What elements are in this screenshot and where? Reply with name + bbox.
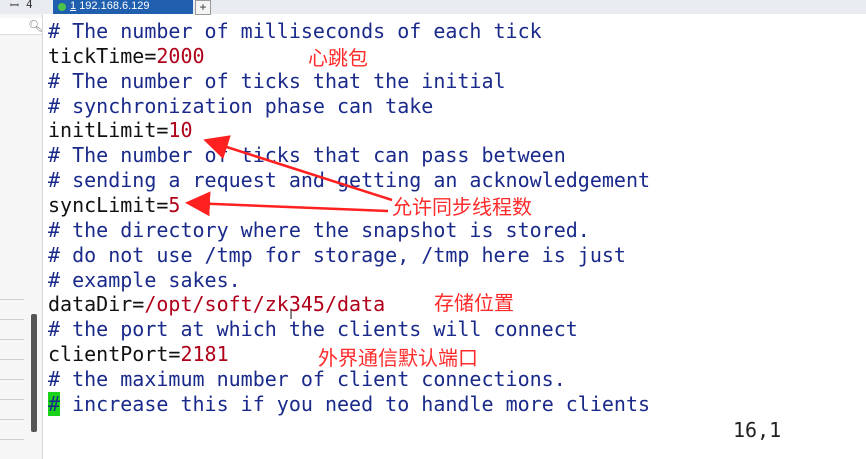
- connected-status-icon: [58, 3, 66, 11]
- sidebar-search-input[interactable]: 🔍︎: [0, 18, 43, 35]
- sidebar-divider: [0, 399, 24, 400]
- config-line: # do not use /tmp for storage, /tmp here…: [48, 243, 626, 267]
- config-line: tickTime=2000: [48, 44, 205, 68]
- cursor-position-status: 16,1: [733, 418, 782, 442]
- config-line: # synchronization phase can take: [48, 94, 434, 118]
- text-cursor: #: [48, 392, 61, 416]
- config-line: # the port at which the clients will con…: [48, 317, 578, 341]
- pin-label: 4: [26, 0, 33, 11]
- sidebar-divider: [0, 419, 24, 420]
- sidebar: 🔍︎: [0, 14, 43, 459]
- sidebar-scrollbar[interactable]: [31, 314, 37, 432]
- mouse-ibeam-icon: I: [289, 307, 294, 323]
- sidebar-divider: [0, 299, 24, 300]
- sidebar-divider: [0, 439, 24, 440]
- config-line: # increase this if you need to handle mo…: [48, 392, 651, 416]
- annotation-storage: 存储位置: [434, 291, 514, 315]
- annotation-heartbeat: 心跳包: [308, 46, 368, 70]
- config-line: # the maximum number of client connectio…: [48, 367, 566, 391]
- config-line: dataDir=/opt/soft/zk345/data: [48, 292, 386, 316]
- config-line: # the directory where the snapshot is st…: [48, 218, 590, 242]
- config-line: # The number of ticks that can pass betw…: [48, 143, 566, 167]
- config-line: # example sakes.: [48, 268, 241, 292]
- top-bar: ꟷ 4 1 192.168.6.129 +: [0, 0, 866, 15]
- add-tab-button[interactable]: +: [195, 0, 211, 15]
- pin-icon[interactable]: ꟷ: [10, 0, 19, 13]
- annotation-sync-threads: 允许同步线程数: [392, 195, 532, 219]
- config-line: initLimit=10: [48, 118, 193, 142]
- tab-session[interactable]: 1 192.168.6.129: [53, 0, 193, 14]
- config-line: syncLimit=5: [48, 193, 181, 217]
- config-line: # sending a request and getting an ackno…: [48, 168, 651, 192]
- sidebar-divider: [0, 339, 24, 340]
- terminal-editor[interactable]: # The number of milliseconds of each tic…: [48, 17, 848, 437]
- tab-label: 1 192.168.6.129: [70, 0, 150, 12]
- sidebar-divider: [0, 359, 24, 360]
- config-line: # The number of ticks that the initial: [48, 69, 506, 93]
- config-line: clientPort=2181: [48, 342, 229, 366]
- config-line: # The number of milliseconds of each tic…: [48, 19, 542, 43]
- sidebar-divider: [0, 379, 24, 380]
- search-icon[interactable]: 🔍︎: [28, 19, 43, 33]
- annotation-port: 外界通信默认端口: [318, 346, 478, 370]
- sidebar-divider: [0, 319, 24, 320]
